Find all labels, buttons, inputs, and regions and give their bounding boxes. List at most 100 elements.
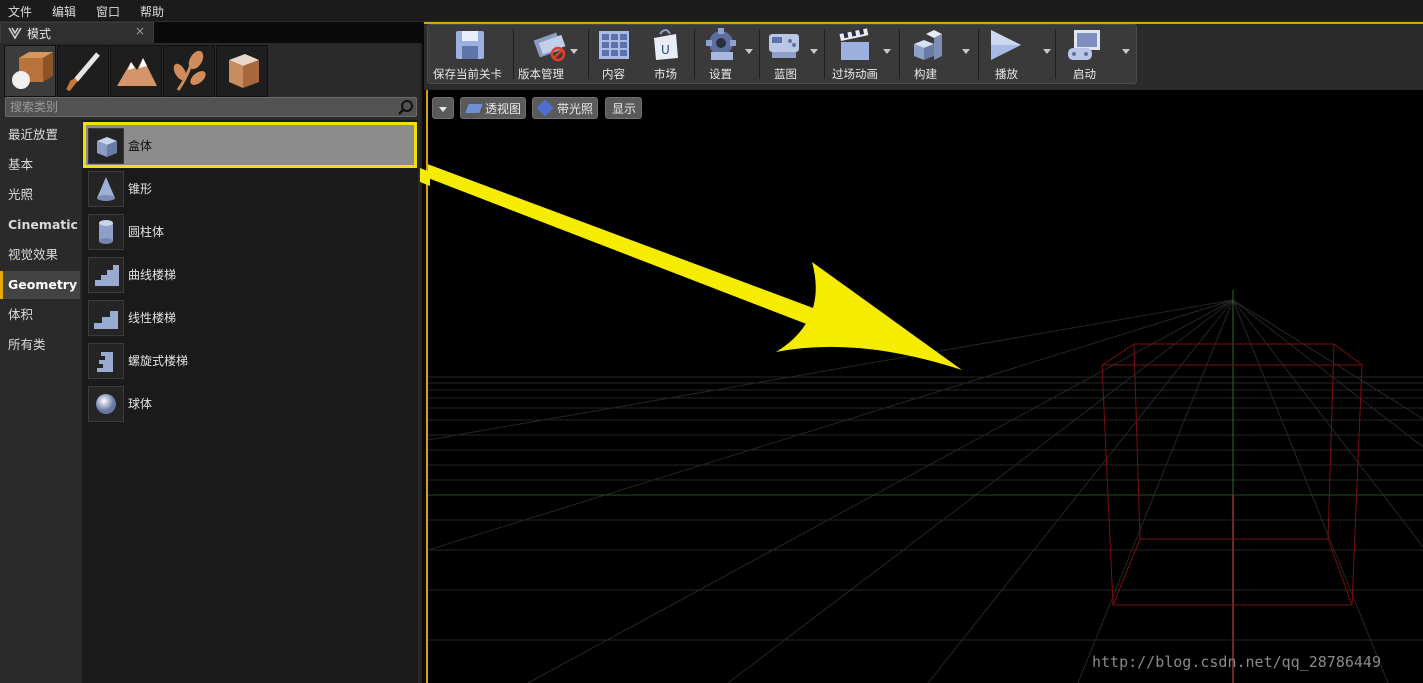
list-item-linear-stair[interactable]: 线性楼梯 — [86, 297, 414, 337]
item-label: 曲线楼梯 — [128, 268, 177, 282]
perspective-button[interactable]: 透视图 — [460, 97, 526, 119]
curved-stair-icon — [88, 257, 124, 293]
play-button[interactable]: 播放 — [979, 25, 1053, 83]
chevron-down-icon[interactable] — [1122, 49, 1130, 54]
category-recent[interactable]: 最近放置 — [0, 121, 80, 149]
perspective-icon — [465, 104, 483, 113]
category-lights[interactable]: 光照 — [0, 181, 80, 209]
show-button[interactable]: 显示 — [605, 97, 642, 119]
list-item-spiral-stair[interactable]: 螺旋式楼梯 — [86, 340, 414, 380]
modes-tab-title: 模式 — [27, 27, 52, 41]
menu-help[interactable]: 帮助 — [140, 3, 164, 20]
category-visual-effects[interactable]: 视觉效果 — [0, 241, 80, 269]
toolbar-label: 播放 — [995, 67, 1018, 81]
list-item-box[interactable]: 盒体 — [83, 122, 417, 168]
settings-button[interactable]: 设置 — [695, 25, 757, 83]
search-icon[interactable] — [398, 99, 414, 115]
lit-icon — [536, 99, 554, 117]
lit-mode-button[interactable]: 带光照 — [532, 97, 598, 119]
cylinder-icon — [88, 214, 124, 250]
chevron-down-icon[interactable] — [810, 49, 818, 54]
toolbar-label: 市场 — [654, 67, 677, 81]
linear-stair-icon — [88, 300, 124, 336]
modes-tab[interactable]: 模式 × — [0, 22, 154, 43]
toolbar-label: 内容 — [602, 67, 625, 81]
category-all-classes[interactable]: 所有类 — [0, 331, 80, 359]
blueprint-icon — [769, 34, 799, 58]
toolbar-label: 启动 — [1073, 67, 1096, 81]
list-item-curved-stair[interactable]: 曲线楼梯 — [86, 254, 414, 294]
item-label: 球体 — [128, 397, 153, 411]
chevron-down-icon[interactable] — [745, 49, 753, 54]
cinematics-button[interactable]: 过场动画 — [825, 25, 897, 83]
yellow-arrow-icon — [428, 164, 962, 370]
geometry-edit-mode-icon[interactable] — [216, 45, 268, 97]
list-item-sphere[interactable]: 球体 — [86, 383, 414, 423]
menu-edit[interactable]: 编辑 — [52, 3, 76, 20]
cone-icon — [88, 171, 124, 207]
item-label: 螺旋式楼梯 — [128, 354, 189, 368]
chevron-down-icon[interactable] — [962, 49, 970, 54]
list-item-cylinder[interactable]: 圆柱体 — [86, 211, 414, 251]
sphere-icon — [88, 386, 124, 422]
chevron-down-icon — [439, 107, 447, 112]
category-cinematic[interactable]: Cinematic — [0, 211, 80, 239]
perspective-label: 透视图 — [485, 102, 522, 116]
marketplace-button[interactable]: U 市场 — [642, 25, 692, 83]
list-item-cone[interactable]: 锥形 — [86, 168, 414, 208]
cinematics-icon — [839, 28, 869, 60]
category-volumes[interactable]: 体积 — [0, 301, 80, 329]
search-input[interactable] — [10, 98, 390, 116]
menu-window[interactable]: 窗口 — [96, 3, 120, 20]
show-label: 显示 — [612, 102, 637, 116]
modes-icon — [8, 27, 22, 40]
category-list: 最近放置 基本 光照 Cinematic 视觉效果 Geometry 体积 所有… — [0, 120, 82, 683]
chevron-down-icon[interactable] — [1043, 49, 1051, 54]
source-control-icon — [533, 32, 566, 62]
paint-mode-icon[interactable] — [57, 45, 109, 97]
content-button[interactable]: 内容 — [589, 25, 639, 83]
item-label: 线性楼梯 — [128, 311, 177, 325]
category-search — [5, 97, 417, 117]
arrow-tail — [420, 168, 430, 186]
chevron-down-icon[interactable] — [883, 49, 891, 54]
blueprints-button[interactable]: 蓝图 — [760, 25, 822, 83]
save-icon — [456, 31, 484, 59]
close-icon[interactable]: × — [135, 24, 145, 38]
content-icon — [599, 31, 629, 59]
perspective-grid — [428, 164, 1423, 683]
level-viewport[interactable]: 透视图 带光照 显示 — [426, 90, 1423, 683]
box-icon — [88, 128, 124, 164]
play-icon — [991, 30, 1021, 60]
foliage-mode-icon[interactable] — [163, 45, 215, 97]
menu-bar: 文件 编辑 窗口 帮助 — [0, 0, 1423, 22]
item-label: 锥形 — [128, 182, 153, 196]
save-current-level-button[interactable]: 保存当前关卡 — [428, 25, 512, 83]
svg-text:U: U — [661, 43, 670, 57]
place-mode-icon[interactable] — [4, 45, 56, 97]
spiral-stair-icon — [88, 343, 124, 379]
build-button[interactable]: 构建 — [900, 25, 976, 83]
toolbar-label: 蓝图 — [774, 67, 797, 81]
geometry-item-list: 盒体 锥形 圆柱体 曲线楼梯 线性楼梯 螺旋式楼梯 球体 — [82, 120, 418, 683]
build-icon — [914, 30, 942, 60]
chevron-down-icon[interactable] — [570, 49, 578, 54]
menu-file[interactable]: 文件 — [8, 3, 32, 20]
toolbar-label: 构建 — [914, 67, 937, 81]
category-basic[interactable]: 基本 — [0, 151, 80, 179]
landscape-mode-icon[interactable] — [110, 45, 162, 97]
main-toolbar: 保存当前关卡 版本管理 内容 U 市场 设置 蓝图 过场动画 构建 播放 启动 — [427, 24, 1137, 84]
marketplace-icon: U — [654, 29, 678, 60]
viewport-options-button[interactable] — [432, 97, 454, 119]
settings-icon — [706, 28, 736, 60]
category-geometry[interactable]: Geometry — [0, 271, 80, 299]
toolbar-label: 保存当前关卡 — [433, 67, 502, 81]
toolbar-label: 设置 — [709, 67, 732, 81]
launch-icon — [1068, 30, 1100, 60]
toolbar-label: 过场动画 — [832, 67, 878, 81]
toolbar-label: 版本管理 — [518, 67, 564, 81]
source-control-button[interactable]: 版本管理 — [514, 25, 586, 83]
lit-label: 带光照 — [557, 102, 594, 116]
item-label: 盒体 — [128, 139, 153, 153]
launch-button[interactable]: 启动 — [1056, 25, 1134, 83]
